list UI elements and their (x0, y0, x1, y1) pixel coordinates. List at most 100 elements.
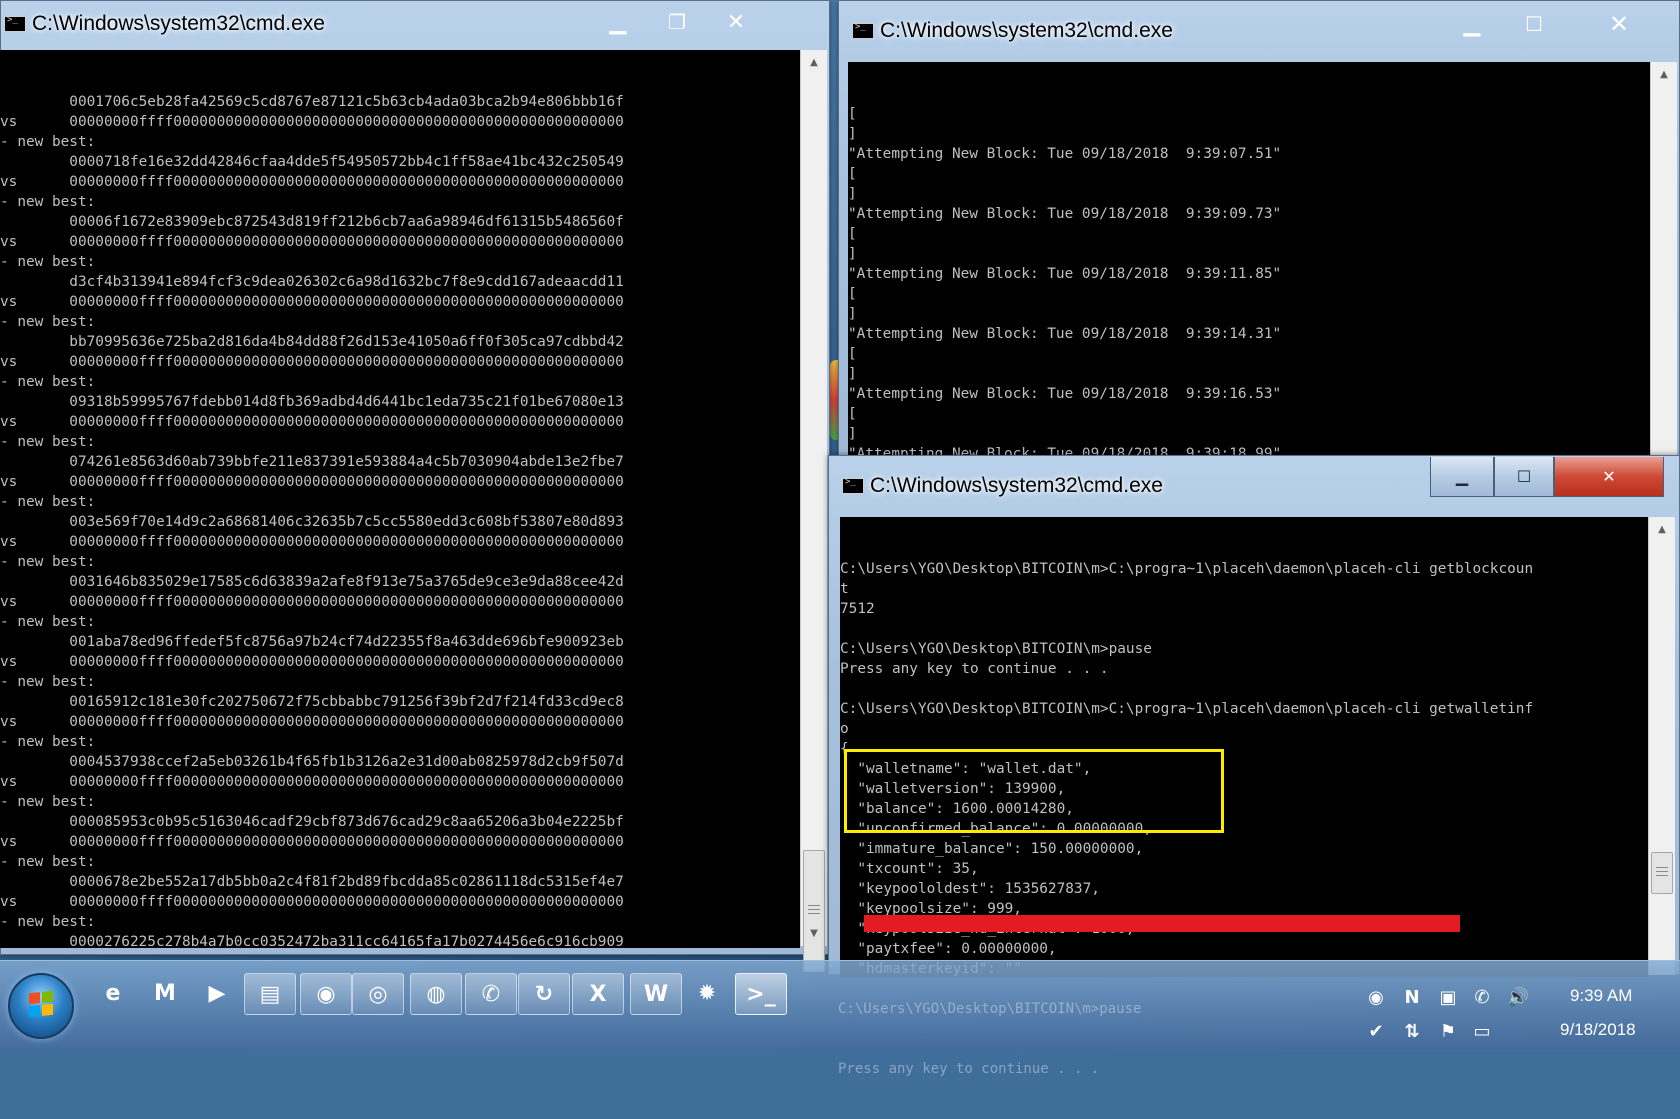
scroll-up-arrow-icon[interactable]: ▲ (801, 54, 827, 71)
console-output[interactable]: [] "Attempting New Block: Tue 09/18/2018 … (848, 62, 1656, 462)
console-line: - new best: (0, 254, 96, 270)
maximize-button[interactable]: ❐ (640, 0, 714, 44)
console-line: "keypoololdest": 1535627837, (840, 881, 1100, 897)
console-line: 0004537938ccef2a5eb03261b4f65fb1b3126a2e… (0, 754, 624, 770)
taskbar-preview-text: C:\Users\YGO\Desktop\BITCOIN\m>pause Pre… (838, 1001, 1142, 1077)
console-output[interactable]: C:\Users\YGO\Desktop\BITCOIN\m>C:\progra… (840, 517, 1648, 977)
network-tray-icon[interactable]: ⇅ (1400, 1019, 1424, 1043)
console-line: - new best: (0, 434, 96, 450)
console-line: C:\Users\YGO\Desktop\BITCOIN\m>C:\progra… (840, 701, 1534, 717)
taskbar-discord-icon[interactable]: ◉ (300, 973, 352, 1015)
taskbar-media-player-icon[interactable]: ▶ (192, 973, 242, 1013)
console-line: vs 00000000ffff0000000000000000000000000… (0, 774, 624, 790)
taskbar: e M ▶ ▤ ◉ ◎ ◍ ✆ ↻ X W ✹ >_ C:\Users\YGO\Desktop\BITC… (0, 960, 1680, 1077)
console-line: 074261e8563d60ab739bbfe211e837391e593884… (0, 454, 624, 470)
close-button[interactable]: ✕ (1554, 457, 1664, 497)
viber-tray-icon[interactable]: ✆ (1470, 985, 1494, 1009)
flag-tray-icon[interactable]: ⚑ (1436, 1019, 1460, 1043)
onenote-tray-icon[interactable]: N (1400, 985, 1424, 1009)
console-line: 09318b59995767fdebb014d8fb369adbd4d6441b… (0, 394, 624, 410)
taskbar-ie-icon[interactable]: e (88, 973, 138, 1013)
console-line: vs 00000000ffff0000000000000000000000000… (0, 594, 624, 610)
console-line: - new best: (0, 554, 96, 570)
redaction-bar (864, 915, 1460, 932)
console-line: - new best: (0, 674, 96, 690)
console-line: - new best: (0, 194, 96, 210)
vertical-scrollbar[interactable]: ▲ (1648, 517, 1675, 975)
scroll-down-arrow-icon[interactable]: ▼ (801, 925, 827, 942)
highlight-box (844, 749, 1224, 833)
minimize-button[interactable]: ▁ (596, 0, 640, 44)
minimize-button[interactable]: ▁ (1430, 457, 1494, 497)
console-line: vs 00000000ffff0000000000000000000000000… (0, 714, 624, 730)
console-line: Press any key to continue . . . (840, 661, 1109, 677)
cmd-window-front[interactable]: C:\Windows\system32\cmd.exe ▁ ☐ ✕ C:\Use… (828, 455, 1680, 977)
clock-date[interactable]: 9/18/2018 (1560, 1020, 1636, 1040)
console-line: vs 00000000ffff0000000000000000000000000… (0, 474, 624, 490)
console-line: [ (848, 226, 857, 242)
vertical-scrollbar[interactable]: ▲ (1650, 62, 1677, 460)
console-line: vs 00000000ffff0000000000000000000000000… (0, 354, 624, 370)
cmd-window-top-right[interactable]: C:\Windows\system32\cmd.exe ▁ ☐ ✕ [] "Att… (838, 0, 1680, 462)
taskbar-network-app-icon[interactable]: ↻ (518, 973, 570, 1015)
console-line: ] (848, 246, 857, 262)
volume-tray-icon[interactable]: 🔊 (1506, 985, 1530, 1009)
close-button[interactable]: ✕ (714, 0, 758, 44)
maximize-button[interactable]: ☐ (1504, 4, 1564, 44)
maximize-button[interactable]: ☐ (1494, 457, 1554, 497)
console-line: - new best: (0, 614, 96, 630)
console-output[interactable]: 0001706c5eb28fa42569c5cd8767e87121c5b63c… (0, 50, 800, 948)
taskbar-chrome-icon[interactable]: ◎ (352, 973, 404, 1015)
console-line: t (840, 581, 849, 597)
window-title: C:\Windows\system32\cmd.exe (870, 474, 1163, 497)
console-line: "Attempting New Block: Tue 09/18/2018 9:… (848, 266, 1282, 282)
console-line: vs 00000000ffff0000000000000000000000000… (0, 294, 624, 310)
taskbar-settings-app-icon[interactable]: ✹ (682, 973, 732, 1013)
taskbar-cmd-icon[interactable]: >_ (735, 973, 787, 1015)
console-line: 0031646b835029e17585c6d63839a2afe8f913e7… (0, 574, 624, 590)
scroll-thumb[interactable] (803, 850, 825, 972)
console-line: - new best: (0, 854, 96, 870)
window-title: C:\Windows\system32\cmd.exe (32, 12, 325, 35)
console-line: vs 00000000ffff0000000000000000000000000… (0, 834, 624, 850)
clock-time[interactable]: 9:39 AM (1570, 986, 1632, 1006)
vertical-scrollbar[interactable]: ▲ ▼ (800, 50, 827, 972)
display-tray-icon[interactable]: ▭ (1470, 1019, 1494, 1043)
console-line: [ (848, 106, 857, 122)
taskbar-word-icon[interactable]: W (630, 973, 682, 1015)
console-line: - new best: (0, 914, 96, 930)
scroll-up-arrow-icon[interactable]: ▲ (1651, 66, 1677, 83)
taskbar-explorer-icon[interactable]: ▤ (244, 973, 296, 1015)
scroll-thumb[interactable] (1651, 852, 1673, 894)
console-line: vs 00000000ffff0000000000000000000000000… (0, 114, 624, 130)
console-line: 7512 (840, 601, 875, 617)
app-tray-icon[interactable]: ▣ (1436, 985, 1460, 1009)
console-line: - new best: (0, 134, 96, 150)
cmd-icon (852, 22, 874, 39)
cmd-window-left[interactable]: C:\Windows\system32\cmd.exe ▁ ❐ ✕ 000170… (0, 0, 830, 972)
console-line: 0000276225c278b4a7b0cc0352472ba311cc6416… (0, 934, 624, 948)
minimize-button[interactable]: ▁ (1440, 4, 1504, 44)
console-line: "Attempting New Block: Tue 09/18/2018 9:… (848, 386, 1282, 402)
taskbar-firefox-icon[interactable]: ◍ (410, 973, 462, 1015)
taskbar-excel-icon[interactable]: X (572, 973, 624, 1015)
console-line: vs 00000000ffff0000000000000000000000000… (0, 414, 624, 430)
scroll-up-arrow-icon[interactable]: ▲ (1649, 521, 1675, 538)
console-line: [ (848, 286, 857, 302)
console-line: - new best: (0, 494, 96, 510)
console-line: o (840, 721, 849, 737)
console-line: [ (848, 166, 857, 182)
console-line: "txcount": 35, (840, 861, 979, 877)
taskbar-viber-icon[interactable]: ✆ (465, 973, 517, 1015)
start-button[interactable] (8, 973, 74, 1039)
discord-tray-icon[interactable]: ◉ (1364, 985, 1388, 1009)
console-line: bb70995636e725ba2d816da4b84dd88f26d153e4… (0, 334, 624, 350)
console-line: "Attempting New Block: Tue 09/18/2018 9:… (848, 206, 1282, 222)
console-line: 001aba78ed96ffedef5fc8756a97b24cf74d2235… (0, 634, 624, 650)
taskbar-malwarebytes-icon[interactable]: M (140, 973, 190, 1013)
console-line: d3cf4b313941e894fcf3c9dea026302c6a98d163… (0, 274, 624, 290)
close-button[interactable]: ✕ (1564, 4, 1674, 44)
console-line: 00006f1672e83909ebc872543d819ff212b6cb7a… (0, 214, 624, 230)
sync-tray-icon[interactable]: ✔ (1364, 1019, 1388, 1043)
